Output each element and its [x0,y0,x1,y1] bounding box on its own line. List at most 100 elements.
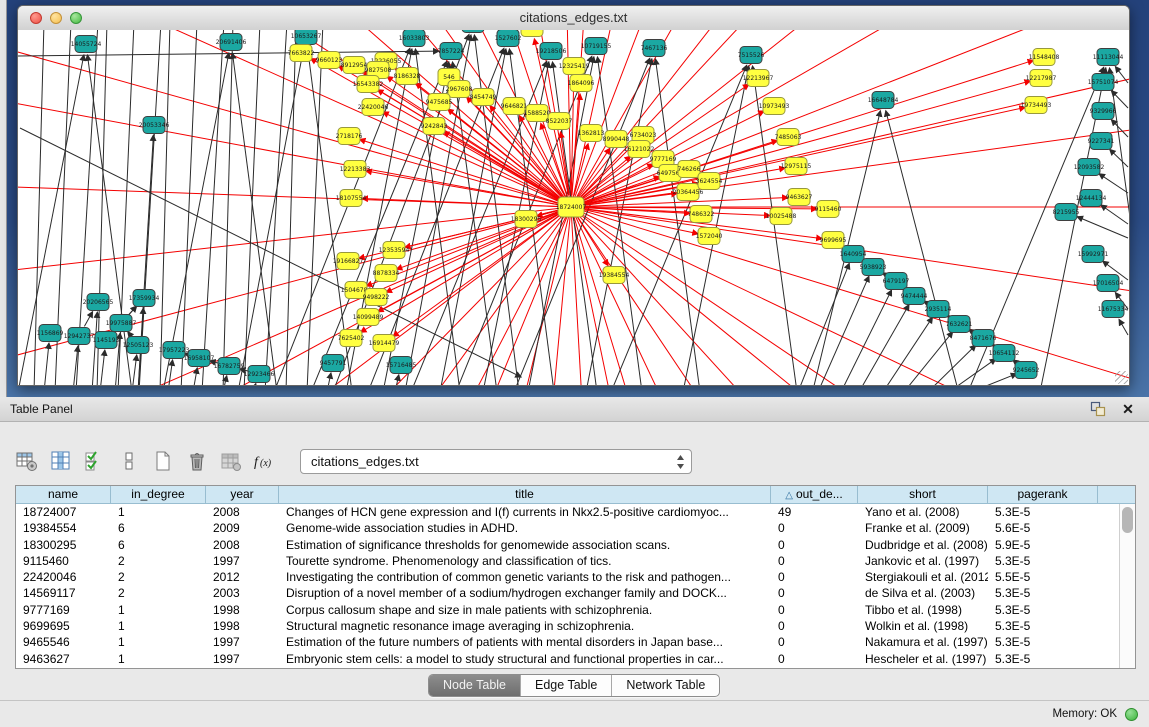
publication-node[interactable] [462,30,484,33]
cell[interactable]: 9777169 [16,602,111,618]
cell[interactable]: 5.5E-5 [988,569,1098,585]
column-header-name[interactable]: name [16,486,111,504]
cell[interactable]: 6 [111,537,206,553]
column-header-title[interactable]: title [279,486,771,504]
float-panel-icon[interactable] [1089,400,1107,418]
cell[interactable]: 2008 [206,537,279,553]
cell[interactable]: 1 [111,504,206,520]
table-row[interactable]: 2242004622012Investigating the contribut… [16,569,1120,585]
column-header-pagerank[interactable]: pagerank [988,486,1098,504]
window-resize-grip[interactable] [1115,371,1128,384]
cell[interactable]: 0 [771,618,858,634]
cell[interactable]: 9115460 [16,553,111,569]
table-row[interactable]: 977716911998Corpus callosum shape and si… [16,602,1120,618]
import-table-icon[interactable] [218,448,244,474]
cell[interactable]: 0 [771,585,858,601]
cell[interactable]: Genome-wide association studies in ADHD. [279,520,771,536]
citation-graph[interactable]: 1405572420691406106532671603380378572246… [18,30,1129,385]
cell[interactable]: 0 [771,634,858,650]
show-columns-icon[interactable] [48,448,74,474]
cell[interactable]: Franke et al. (2009) [858,520,988,536]
cell[interactable]: 1 [111,651,206,667]
close-window-button[interactable] [30,12,42,24]
cell[interactable]: 5.3E-5 [988,585,1098,601]
delete-table-icon[interactable] [184,448,210,474]
cell[interactable]: Corpus callosum shape and size in male p… [279,602,771,618]
cell[interactable]: Stergiakouli et al. (2012) [858,569,988,585]
cell[interactable]: 1 [111,618,206,634]
cell[interactable]: 5.3E-5 [988,634,1098,650]
cell[interactable]: 5.6E-5 [988,520,1098,536]
column-header-short[interactable]: short [858,486,988,504]
cell[interactable]: 1997 [206,651,279,667]
cell[interactable]: 1 [111,602,206,618]
cell[interactable]: Structural magnetic resonance image aver… [279,618,771,634]
table-row[interactable]: 1872400712008Changes of HCN gene express… [16,504,1120,520]
cell[interactable]: 49 [771,504,858,520]
new-table-icon[interactable] [150,448,176,474]
cell[interactable]: 9465546 [16,634,111,650]
cell[interactable]: 2012 [206,569,279,585]
cell[interactable]: Changes of HCN gene expression and I(f) … [279,504,771,520]
table-selector-dropdown[interactable]: citations_edges.txt [300,449,692,474]
cell[interactable]: Embryonic stem cells: a model to study s… [279,651,771,667]
cell[interactable]: 0 [771,520,858,536]
column-header-out-de-[interactable]: △out_de... [771,486,858,504]
cell[interactable]: 2003 [206,585,279,601]
cell[interactable]: 5.3E-5 [988,651,1098,667]
table-row[interactable]: 1938455462009Genome-wide association stu… [16,520,1120,536]
cell[interactable]: 1997 [206,634,279,650]
cell[interactable]: 14569117 [16,585,111,601]
column-header-year[interactable]: year [206,486,279,504]
cell[interactable]: Yano et al. (2008) [858,504,988,520]
cell[interactable]: 6 [111,520,206,536]
cell[interactable]: 2 [111,585,206,601]
cell[interactable]: Investigating the contribution of common… [279,569,771,585]
close-panel-icon[interactable]: ✕ [1119,400,1137,418]
cell[interactable]: 2009 [206,520,279,536]
minimize-window-button[interactable] [50,12,62,24]
cell[interactable]: 5.9E-5 [988,537,1098,553]
network-canvas[interactable]: 1405572420691406106532671603380378572246… [18,30,1129,385]
cell[interactable]: 1998 [206,602,279,618]
cell[interactable]: 9699695 [16,618,111,634]
scrollbar-thumb[interactable] [1122,507,1133,533]
table-row[interactable]: 1830029562008Estimation of significance … [16,537,1120,553]
table-row[interactable]: 946554611997Estimation of the future num… [16,634,1120,650]
cell[interactable]: 9463627 [16,651,111,667]
table-row[interactable]: 911546021997Tourette syndrome. Phenomeno… [16,553,1120,569]
cell[interactable]: Jankovic et al. (1997) [858,553,988,569]
cell[interactable]: 0 [771,651,858,667]
cell[interactable]: 1997 [206,553,279,569]
cell[interactable]: 19384554 [16,520,111,536]
cell[interactable]: 2 [111,553,206,569]
function-builder-icon[interactable]: f (x) [252,448,278,474]
cell[interactable]: 22420046 [16,569,111,585]
cell[interactable]: Dudbridge et al. (2008) [858,537,988,553]
cell[interactable]: 2008 [206,504,279,520]
table-row[interactable]: 1456911722003Disruption of a novel membe… [16,585,1120,601]
table-row[interactable]: 969969511998Structural magnetic resonanc… [16,618,1120,634]
table-row[interactable]: 946362711997Embryonic stem cells: a mode… [16,651,1120,667]
table-settings-icon[interactable] [14,448,40,474]
cell[interactable]: 5.3E-5 [988,504,1098,520]
tab-node-table[interactable]: Node Table [429,675,521,696]
cell[interactable]: Disruption of a novel member of a sodium… [279,585,771,601]
cell[interactable]: 1998 [206,618,279,634]
tab-edge-table[interactable]: Edge Table [521,675,612,696]
row-height-icon[interactable] [116,448,142,474]
table-scrollbar[interactable] [1119,504,1135,668]
cell[interactable]: 5.3E-5 [988,618,1098,634]
cell[interactable]: 18300295 [16,537,111,553]
cell[interactable]: Tourette syndrome. Phenomenology and cla… [279,553,771,569]
cell[interactable]: Hescheler et al. (1997) [858,651,988,667]
cell[interactable]: 0 [771,569,858,585]
select-columns-icon[interactable] [82,448,108,474]
cell[interactable]: 0 [771,553,858,569]
column-header-in-degree[interactable]: in_degree [111,486,206,504]
cell[interactable]: Nakamura et al. (1997) [858,634,988,650]
cell[interactable]: 2 [111,569,206,585]
cell[interactable]: 0 [771,602,858,618]
cell[interactable]: 1 [111,634,206,650]
cell[interactable]: 5.3E-5 [988,602,1098,618]
